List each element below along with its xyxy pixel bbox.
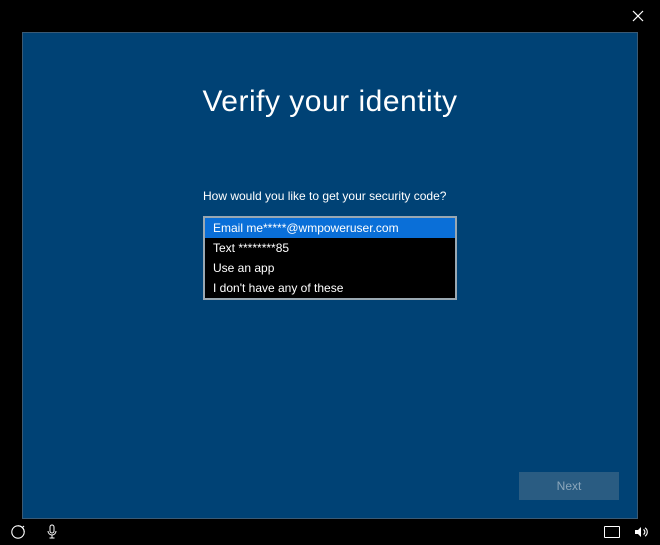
microphone-icon[interactable] xyxy=(44,524,60,540)
bottombar-right xyxy=(604,524,650,540)
option-text[interactable]: Text ********85 xyxy=(205,238,455,258)
ime-icon[interactable] xyxy=(604,524,620,540)
next-button-label: Next xyxy=(557,479,582,493)
close-icon xyxy=(632,10,644,22)
next-button[interactable]: Next xyxy=(519,472,619,500)
bottombar xyxy=(0,519,660,545)
titlebar xyxy=(0,0,660,32)
verification-options-dropdown[interactable]: Email me*****@wmpoweruser.com Text *****… xyxy=(203,216,457,300)
page-title: Verify your identity xyxy=(23,85,637,119)
ease-of-access-icon[interactable] xyxy=(10,524,26,540)
volume-icon[interactable] xyxy=(634,524,650,540)
option-app[interactable]: Use an app xyxy=(205,258,455,278)
option-none[interactable]: I don't have any of these xyxy=(205,278,455,298)
prompt-text: How would you like to get your security … xyxy=(203,189,457,203)
option-email[interactable]: Email me*****@wmpoweruser.com xyxy=(205,218,455,238)
bottombar-left xyxy=(10,524,60,540)
content-area: How would you like to get your security … xyxy=(23,189,637,300)
close-button[interactable] xyxy=(628,6,648,26)
main-panel: Verify your identity How would you like … xyxy=(22,32,638,519)
options-list: Email me*****@wmpoweruser.com Text *****… xyxy=(205,218,455,298)
